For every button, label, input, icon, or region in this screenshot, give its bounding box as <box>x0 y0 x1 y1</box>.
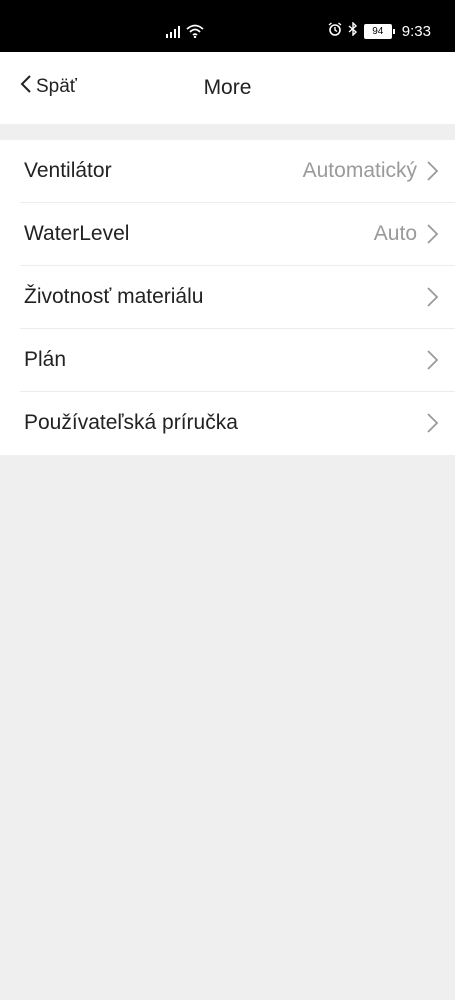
chevron-right-icon <box>425 412 439 439</box>
list-item-ventilator[interactable]: Ventilátor Automatický <box>0 140 455 202</box>
list-item-label: Používateľská príručka <box>24 411 238 434</box>
list-item-value: Auto <box>373 222 417 245</box>
list-item-schedule[interactable]: Plán <box>0 329 455 391</box>
list-item-label: WaterLevel <box>24 222 130 245</box>
list-item-material-lifetime[interactable]: Životnosť materiálu <box>0 266 455 328</box>
alarm-icon <box>328 22 342 40</box>
list-item-label: Životnosť materiálu <box>24 285 204 308</box>
status-bar: 94 9:33 <box>0 0 455 52</box>
list-item-value: Automatický <box>302 159 417 182</box>
signal-icon <box>166 25 180 43</box>
settings-list: Ventilátor Automatický WaterLevel Auto Ž… <box>0 140 455 455</box>
list-item-label: Plán <box>24 348 67 371</box>
status-time: 9:33 <box>401 22 431 40</box>
chevron-right-icon <box>425 349 439 376</box>
chevron-right-icon <box>425 160 439 187</box>
battery-indicator: 94 <box>363 23 395 39</box>
chevron-right-icon <box>425 286 439 313</box>
bluetooth-icon <box>348 21 358 40</box>
page-title: More <box>203 76 252 99</box>
chevron-right-icon <box>425 223 439 250</box>
wifi-icon <box>186 24 204 43</box>
status-connectivity <box>166 24 204 43</box>
status-indicators: 94 9:33 <box>328 21 431 40</box>
top-app-bar: Späť More <box>0 52 455 124</box>
list-item-user-manual[interactable]: Používateľská príručka <box>0 392 455 454</box>
list-item-waterlevel[interactable]: WaterLevel Auto <box>0 203 455 265</box>
list-item-label: Ventilátor <box>24 159 112 182</box>
